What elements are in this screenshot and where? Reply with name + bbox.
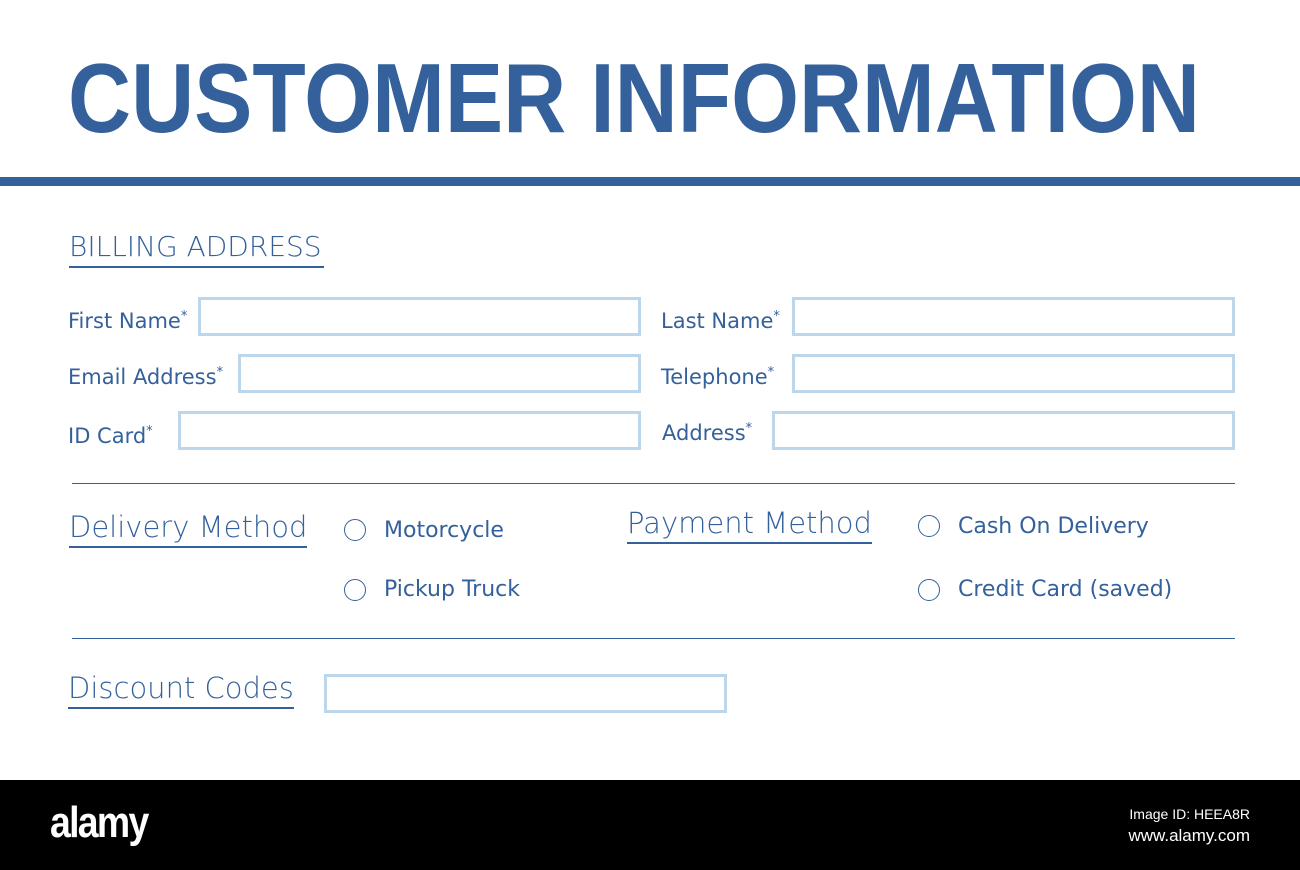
last-name-input[interactable] xyxy=(792,297,1235,336)
id-card-input[interactable] xyxy=(178,411,641,450)
section-divider xyxy=(72,483,1235,484)
page-title-text: CUSTOMER INFORMATION xyxy=(68,43,1200,150)
page-title: CUSTOMER INFORMATION xyxy=(68,43,1200,150)
id-card-label: ID Card* xyxy=(68,424,153,448)
cash-on-delivery-radio[interactable] xyxy=(918,515,940,537)
credit-card-radio[interactable] xyxy=(918,579,940,601)
alamy-logo: alamy xyxy=(50,798,149,847)
delivery-method-heading: Delivery Method xyxy=(69,510,308,548)
watermark-footer: alamy Image ID: HEEA8R www.alamy.com xyxy=(0,780,1300,870)
telephone-input[interactable] xyxy=(792,354,1235,393)
pickup-truck-option-label[interactable]: Pickup Truck xyxy=(384,577,520,603)
motorcycle-radio[interactable] xyxy=(344,519,366,541)
address-input[interactable] xyxy=(772,411,1235,450)
title-divider xyxy=(0,177,1300,186)
section-divider xyxy=(72,638,1235,639)
email-address-label: Email Address* xyxy=(68,365,224,389)
pickup-truck-radio[interactable] xyxy=(344,579,366,601)
footer-url: www.alamy.com xyxy=(1128,826,1250,845)
payment-method-heading: Payment Method xyxy=(627,506,872,544)
email-address-input[interactable] xyxy=(238,354,641,393)
telephone-label: Telephone* xyxy=(661,365,775,389)
cash-on-delivery-option-label[interactable]: Cash On Delivery xyxy=(958,514,1149,540)
billing-address-heading: BILLING ADDRESS xyxy=(69,230,324,268)
motorcycle-option-label[interactable]: Motorcycle xyxy=(384,518,504,544)
credit-card-option-label[interactable]: Credit Card (saved) xyxy=(958,577,1172,603)
first-name-input[interactable] xyxy=(198,297,641,336)
first-name-label: First Name* xyxy=(68,309,188,333)
discount-codes-heading: Discount Codes xyxy=(68,671,294,709)
last-name-label: Last Name* xyxy=(661,309,780,333)
image-id: Image ID: HEEA8R xyxy=(1129,806,1250,822)
discount-code-input[interactable] xyxy=(324,674,727,713)
address-label: Address* xyxy=(662,421,753,445)
